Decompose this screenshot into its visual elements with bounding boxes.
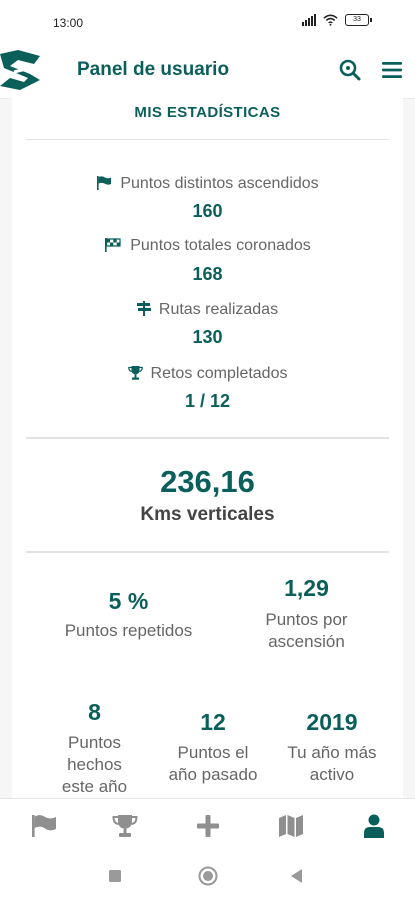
status-bar: 13:00 33	[0, 0, 415, 46]
map-icon	[279, 815, 303, 837]
stat-label-text: Puntos totales coronados	[130, 237, 311, 254]
stat-label-routes: Rutas realizadas	[12, 301, 403, 319]
metric-label-line: este año	[61, 777, 128, 796]
home-icon[interactable]	[198, 866, 218, 886]
status-icons: 33	[302, 14, 372, 26]
divider	[26, 437, 389, 439]
stat-label-distinct: Puntos distintos ascendidos	[12, 175, 403, 193]
menu-icon[interactable]	[381, 60, 403, 80]
signpost-icon	[136, 301, 151, 316]
nav-add-button[interactable]	[194, 813, 222, 839]
flag-icon	[97, 176, 112, 190]
flag-icon	[32, 815, 56, 837]
recents-icon[interactable]	[109, 870, 121, 882]
metric-label-most-active: Tu año más activo	[269, 742, 395, 786]
metric-label-repeated: Puntos repetidos	[32, 620, 225, 642]
trophy-icon	[127, 366, 143, 380]
app-bar: Panel de usuario	[0, 46, 415, 99]
stat-label-text: Retos completados	[150, 365, 288, 382]
bottom-nav	[0, 798, 415, 853]
stat-value-routes: 130	[192, 327, 223, 347]
page-title: Panel de usuario	[77, 59, 230, 80]
system-nav-bar	[0, 852, 415, 900]
metric-label-line: Puntos	[68, 733, 121, 752]
divider	[26, 139, 389, 140]
metric-value-last-year: 12	[200, 709, 226, 735]
search-icon[interactable]	[338, 58, 362, 82]
metric-label-line: ascensión	[268, 632, 345, 651]
user-icon	[364, 814, 384, 838]
metric-label-line: Puntos repetidos	[64, 621, 193, 640]
checkered-flag-icon	[105, 238, 121, 252]
back-icon[interactable]	[291, 869, 303, 883]
metric-label-line: Tu año más	[287, 743, 377, 762]
divider	[26, 551, 389, 553]
metric-label-line: hechos	[67, 755, 122, 774]
nav-map-button[interactable]	[277, 813, 305, 839]
stats-card: MIS ESTADÍSTICAS Puntos distintos ascend…	[12, 98, 403, 798]
metric-label-line: activo	[309, 765, 355, 784]
nav-flags-button[interactable]	[30, 813, 58, 839]
wifi-icon	[323, 14, 338, 26]
app-logo	[0, 50, 40, 90]
battery-level: 33	[353, 16, 361, 23]
battery-icon: 33	[345, 14, 372, 26]
metric-value-most-active: 2019	[306, 709, 358, 735]
stat-value-distinct: 160	[192, 201, 223, 221]
stat-label-text: Rutas realizadas	[158, 301, 279, 318]
stats-heading: MIS ESTADÍSTICAS	[134, 104, 281, 121]
stat-label-challenges: Retos completados	[12, 365, 403, 383]
metric-value-this-year: 8	[88, 699, 101, 725]
metric-label-line: Puntos por	[265, 610, 348, 629]
signal-icon	[302, 14, 316, 26]
metric-label-line: año pasado	[168, 765, 258, 784]
trophy-icon	[112, 815, 138, 837]
metric-label-per-ascent: Puntos por ascensión	[210, 609, 403, 653]
kms-label: Kms verticales	[140, 504, 275, 525]
metric-label-last-year: Puntos el año pasado	[152, 742, 274, 786]
nav-challenges-button[interactable]	[111, 813, 139, 839]
nav-profile-button[interactable]	[360, 813, 388, 839]
metric-label-line: Puntos el	[177, 743, 249, 762]
status-time: 13:00	[53, 16, 84, 30]
plus-icon	[197, 815, 219, 837]
stat-label-text: Puntos distintos ascendidos	[120, 175, 319, 192]
metric-label-this-year: Puntos hechos este año	[26, 732, 163, 798]
metric-value-per-ascent: 1,29	[284, 575, 329, 601]
stat-label-total: Puntos totales coronados	[12, 237, 403, 255]
metric-value-repeated: 5 %	[108, 588, 149, 614]
kms-value: 236,16	[160, 464, 255, 499]
stat-value-total: 168	[192, 264, 223, 284]
stat-value-challenges: 1 / 12	[184, 391, 231, 411]
